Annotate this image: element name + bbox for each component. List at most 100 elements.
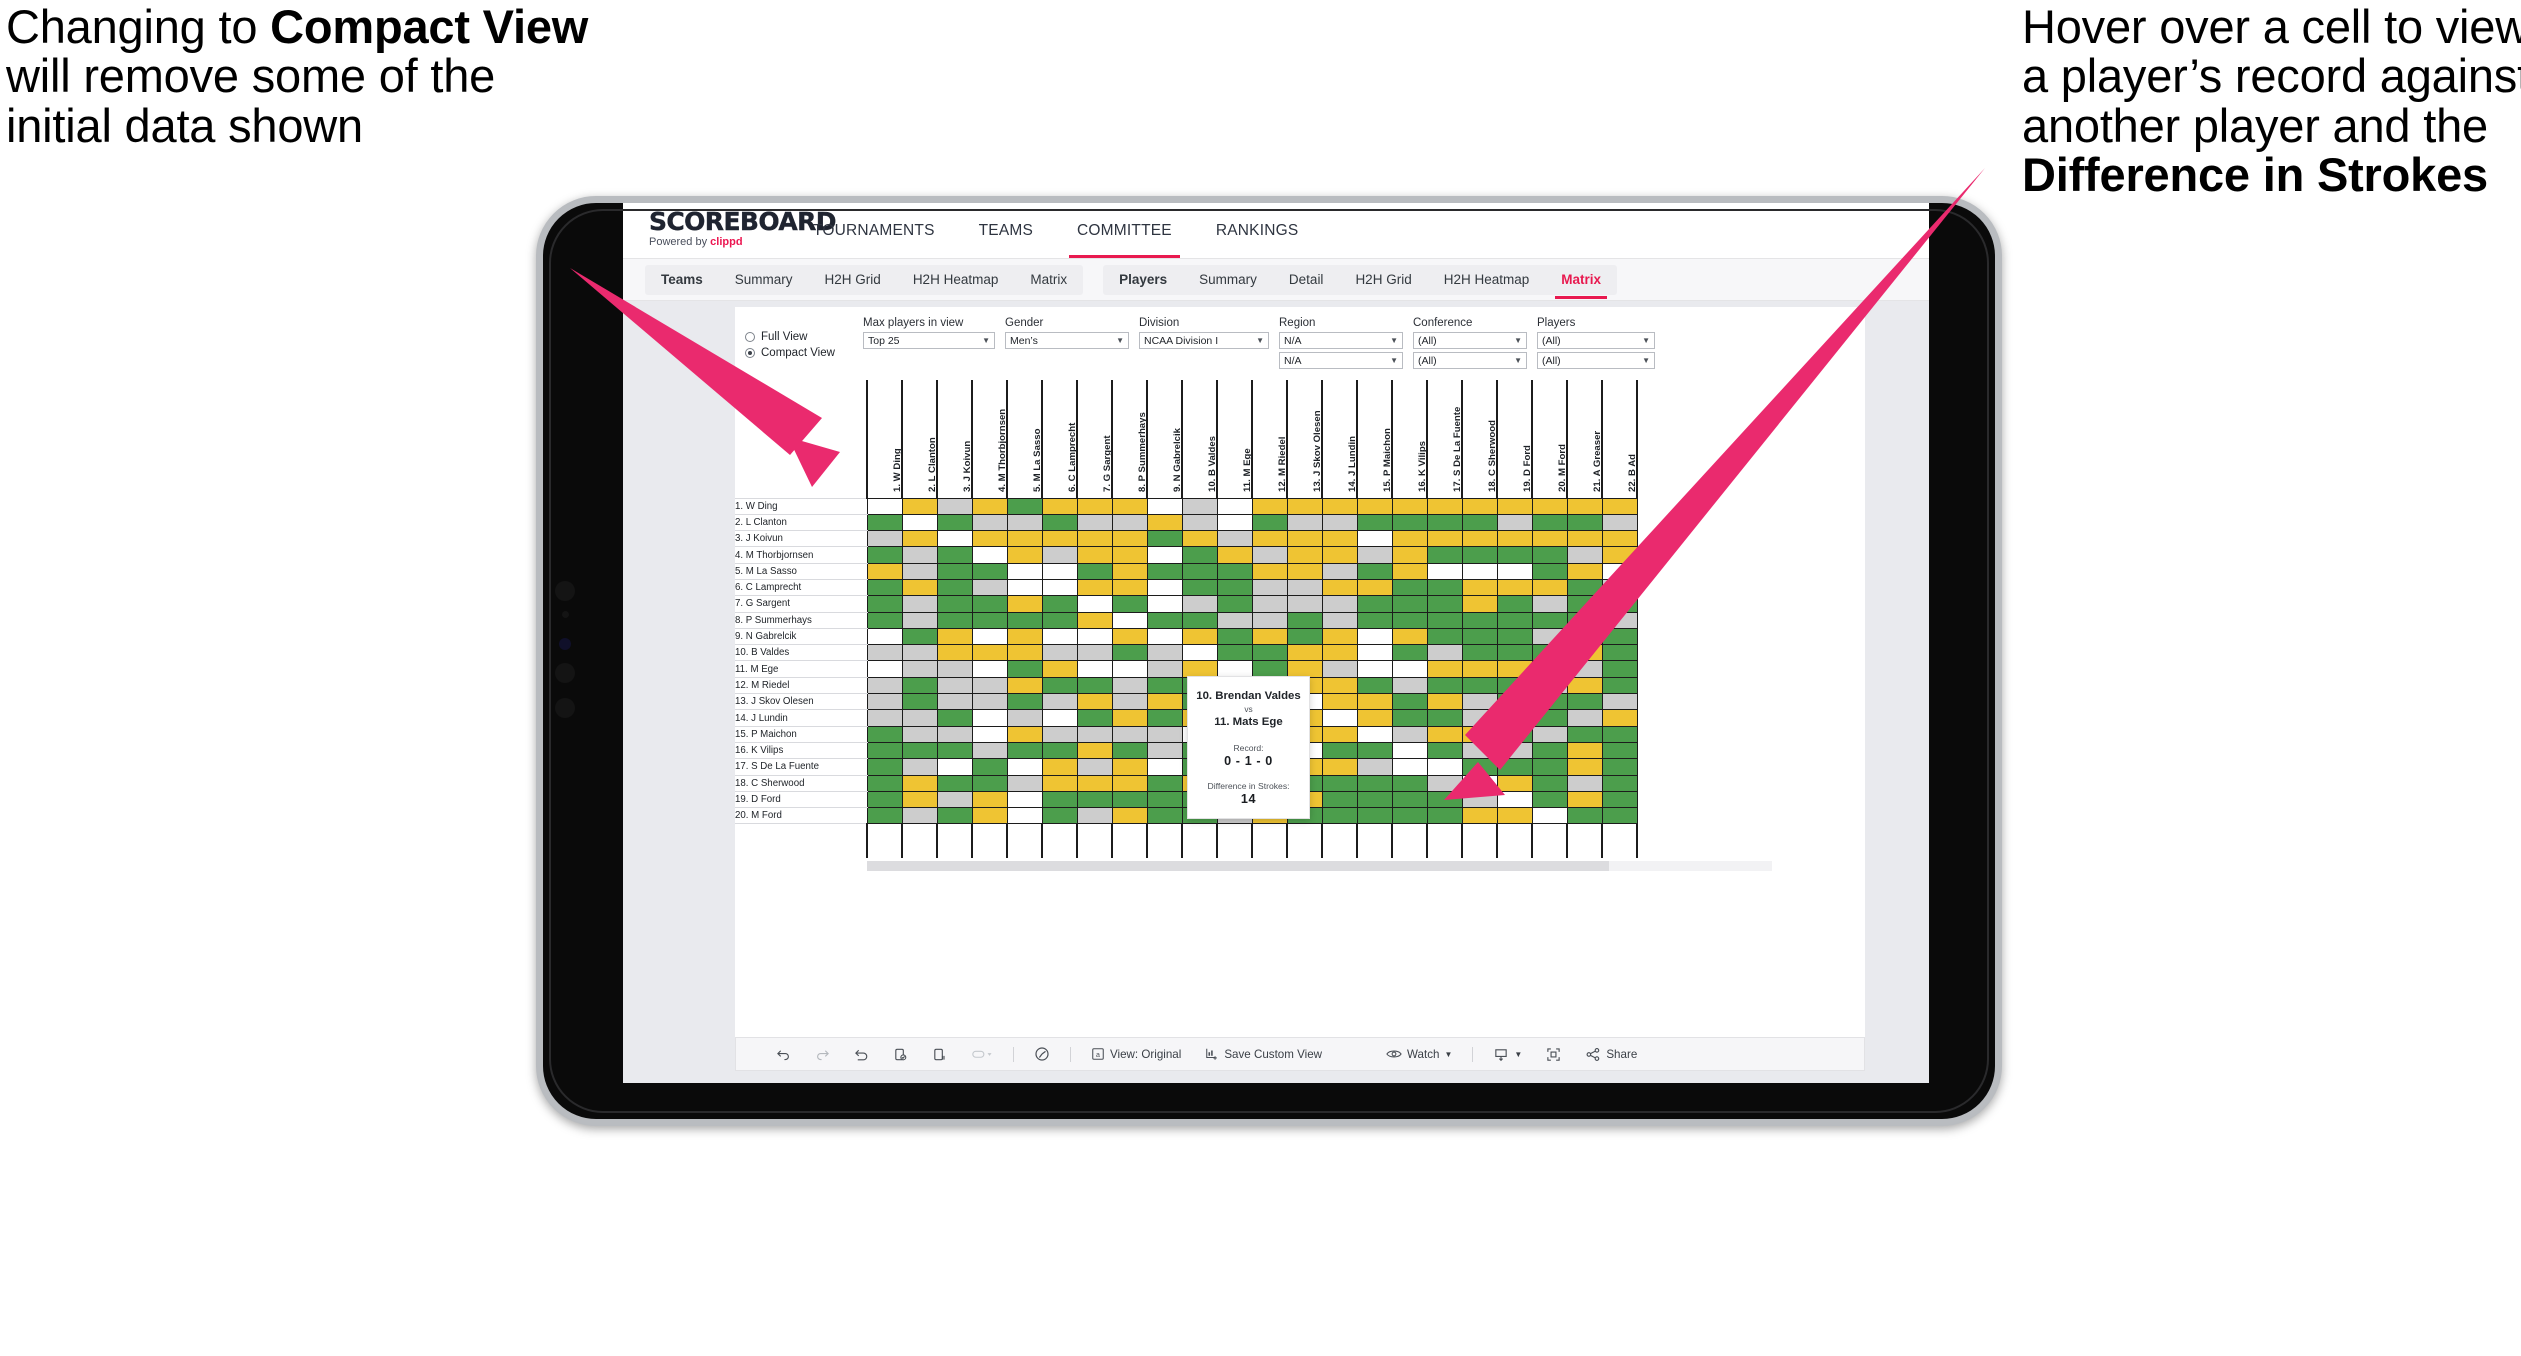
matrix-row-header[interactable]: 19. D Ford bbox=[735, 790, 867, 809]
matrix-row-header[interactable]: 20. M Ford bbox=[735, 807, 867, 825]
matrix-cell[interactable] bbox=[1076, 807, 1113, 825]
matrix-cell[interactable] bbox=[1041, 758, 1078, 776]
matrix-cell[interactable] bbox=[1356, 807, 1393, 825]
matrix-cell[interactable] bbox=[1076, 741, 1113, 760]
matrix-cell[interactable] bbox=[1566, 807, 1603, 825]
matrix-cell[interactable] bbox=[1461, 578, 1498, 597]
matrix-cell[interactable] bbox=[1391, 741, 1428, 760]
matrix-cell[interactable] bbox=[1356, 790, 1393, 809]
matrix-cell[interactable] bbox=[1461, 676, 1498, 695]
matrix-cell[interactable] bbox=[1006, 790, 1043, 809]
matrix-cell[interactable] bbox=[971, 595, 1008, 613]
share-button[interactable]: Share bbox=[1573, 1047, 1649, 1062]
matrix-cell[interactable] bbox=[1006, 578, 1043, 597]
matrix-col-header[interactable]: 16. K Vilips bbox=[1391, 380, 1428, 498]
matrix-cell[interactable] bbox=[1601, 807, 1638, 825]
matrix-cell[interactable] bbox=[1076, 546, 1113, 564]
matrix-cell[interactable] bbox=[1356, 513, 1393, 532]
matrix-col-header[interactable]: 11. M Ege bbox=[1216, 380, 1253, 498]
matrix-cell[interactable] bbox=[1146, 513, 1183, 532]
matrix-cell[interactable] bbox=[1006, 676, 1043, 695]
matrix-row-header[interactable]: 17. S De La Fuente bbox=[735, 758, 867, 776]
matrix-cell[interactable] bbox=[1566, 530, 1603, 548]
view-original-button[interactable]: a View: Original bbox=[1079, 1047, 1193, 1061]
matrix-cell[interactable] bbox=[866, 595, 903, 613]
matrix-cell[interactable] bbox=[1076, 644, 1113, 662]
matrix-cell[interactable] bbox=[1601, 595, 1638, 613]
h2h-matrix[interactable]: 1. W Ding 2. L Clanton 3. J Koivun 4. M Tho… bbox=[735, 380, 1865, 871]
matrix-cell[interactable] bbox=[1356, 709, 1393, 727]
matrix-cell[interactable] bbox=[1321, 497, 1358, 515]
matrix-cell[interactable] bbox=[1566, 660, 1603, 678]
matrix-col-header[interactable]: 4. M Thorbjornsen bbox=[971, 380, 1008, 498]
matrix-cell[interactable] bbox=[1356, 497, 1393, 515]
matrix-cell[interactable] bbox=[1251, 530, 1288, 548]
matrix-cell[interactable] bbox=[1321, 562, 1358, 580]
matrix-cell[interactable] bbox=[936, 562, 973, 580]
matrix-cell[interactable] bbox=[1566, 627, 1603, 646]
matrix-cell[interactable] bbox=[866, 741, 903, 760]
matrix-cell[interactable] bbox=[1601, 758, 1638, 776]
matrix-cell[interactable] bbox=[1146, 595, 1183, 613]
matrix-cell[interactable] bbox=[1111, 693, 1148, 711]
matrix-cell[interactable] bbox=[1181, 497, 1218, 515]
matrix-cell[interactable] bbox=[971, 611, 1008, 629]
matrix-cell[interactable] bbox=[1461, 595, 1498, 613]
tab-players-summary[interactable]: Summary bbox=[1183, 265, 1273, 295]
filter-gender-select[interactable]: Men’s ▼ bbox=[1005, 332, 1129, 349]
radio-compact-view[interactable]: Compact View bbox=[745, 347, 863, 359]
matrix-cell[interactable] bbox=[1146, 627, 1183, 646]
matrix-cell[interactable] bbox=[901, 644, 938, 662]
matrix-col-header[interactable]: 2. L Clanton bbox=[901, 380, 938, 498]
save-custom-view-button[interactable]: Save Custom View bbox=[1193, 1047, 1334, 1061]
matrix-cell[interactable] bbox=[1146, 741, 1183, 760]
matrix-cell[interactable] bbox=[1041, 578, 1078, 597]
matrix-cell[interactable] bbox=[1391, 644, 1428, 662]
matrix-cell[interactable] bbox=[1496, 546, 1533, 564]
filter-conference-select-2[interactable]: (All) ▼ bbox=[1413, 352, 1527, 369]
matrix-cell[interactable] bbox=[1426, 562, 1463, 580]
matrix-cell[interactable] bbox=[1146, 578, 1183, 597]
matrix-col-header[interactable]: 1. W Ding bbox=[866, 380, 903, 498]
matrix-cell[interactable] bbox=[971, 644, 1008, 662]
matrix-cell[interactable] bbox=[866, 644, 903, 662]
filter-conference-select-1[interactable]: (All) ▼ bbox=[1413, 332, 1527, 349]
matrix-cell[interactable] bbox=[1566, 562, 1603, 580]
matrix-cell[interactable] bbox=[1216, 562, 1253, 580]
matrix-cell[interactable] bbox=[1566, 578, 1603, 597]
matrix-col-header[interactable]: 14. J Lundin bbox=[1321, 380, 1358, 498]
matrix-cell[interactable] bbox=[901, 709, 938, 727]
matrix-cell[interactable] bbox=[1531, 725, 1568, 743]
matrix-cell[interactable] bbox=[1461, 546, 1498, 564]
nav-tournaments[interactable]: TOURNAMENTS bbox=[791, 203, 957, 258]
matrix-cell[interactable] bbox=[1216, 546, 1253, 564]
matrix-cell[interactable] bbox=[1531, 741, 1568, 760]
matrix-cell[interactable] bbox=[1496, 644, 1533, 662]
matrix-cell[interactable] bbox=[971, 562, 1008, 580]
matrix-col-header[interactable]: 5. M La Sasso bbox=[1006, 380, 1043, 498]
matrix-cell[interactable] bbox=[1356, 741, 1393, 760]
matrix-cell[interactable] bbox=[1496, 790, 1533, 809]
matrix-row-header[interactable]: 11. M Ege bbox=[735, 660, 867, 678]
matrix-cell[interactable] bbox=[1006, 627, 1043, 646]
matrix-cell[interactable] bbox=[936, 725, 973, 743]
matrix-cell[interactable] bbox=[866, 774, 903, 792]
matrix-cell[interactable] bbox=[866, 807, 903, 825]
matrix-cell[interactable] bbox=[1356, 644, 1393, 662]
matrix-cell[interactable] bbox=[1041, 497, 1078, 515]
matrix-cell[interactable] bbox=[1356, 562, 1393, 580]
matrix-cell[interactable] bbox=[936, 644, 973, 662]
matrix-cell[interactable] bbox=[1111, 578, 1148, 597]
matrix-cell[interactable] bbox=[1041, 660, 1078, 678]
matrix-cell[interactable] bbox=[936, 530, 973, 548]
matrix-cell[interactable] bbox=[936, 546, 973, 564]
matrix-cell[interactable] bbox=[901, 530, 938, 548]
download-button[interactable]: ▼ bbox=[1481, 1047, 1534, 1062]
matrix-cell[interactable] bbox=[1251, 595, 1288, 613]
matrix-cell[interactable] bbox=[1076, 790, 1113, 809]
matrix-cell[interactable] bbox=[1531, 693, 1568, 711]
tab-teams-summary[interactable]: Summary bbox=[719, 265, 809, 295]
matrix-cell[interactable] bbox=[866, 627, 903, 646]
matrix-cell[interactable] bbox=[1181, 611, 1218, 629]
matrix-col-header[interactable]: 18. C Sherwood bbox=[1461, 380, 1498, 498]
